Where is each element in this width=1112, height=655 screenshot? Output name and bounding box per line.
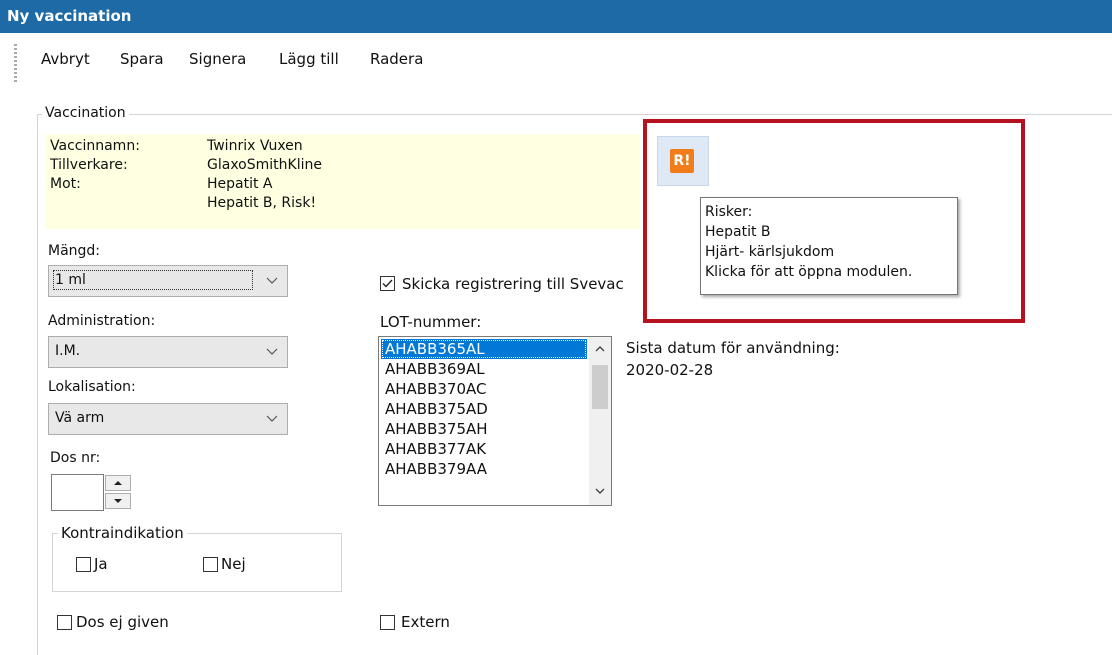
vaccine-name-label: Vaccinnamn: — [50, 138, 140, 154]
list-item[interactable]: AHABB375AD — [381, 399, 587, 419]
amount-label: Mängd: — [48, 243, 101, 259]
manufacturer-label: Tillverkare: — [50, 157, 128, 173]
arrow-down-icon — [114, 499, 122, 503]
contraindication-no-checkbox[interactable] — [203, 557, 218, 572]
against-label: Mot: — [50, 176, 81, 192]
cancel-button[interactable]: Avbryt — [41, 50, 90, 68]
against-value: Hepatit B, Risk! — [207, 195, 317, 211]
against-value: Hepatit A — [207, 176, 273, 192]
amount-value: 1 ml — [53, 270, 253, 290]
dose-not-given-checkbox[interactable] — [57, 615, 72, 630]
sign-button[interactable]: Signera — [189, 50, 246, 68]
localisation-label: Lokalisation: — [48, 379, 136, 395]
toolbar-grip[interactable] — [14, 44, 17, 84]
list-item[interactable]: AHABB370AC — [381, 379, 587, 399]
chevron-down-icon — [266, 415, 278, 422]
dose-number-label: Dos nr: — [50, 450, 101, 466]
send-registration-checkbox[interactable] — [380, 276, 395, 291]
last-use-date-label: Sista datum för användning: — [626, 339, 840, 357]
chevron-down-icon — [266, 348, 278, 355]
chevron-down-icon[interactable] — [594, 485, 606, 497]
manufacturer-value: GlaxoSmithKline — [207, 157, 322, 173]
vaccination-group-label: Vaccination — [42, 105, 129, 121]
window-title: Ny vaccination — [0, 0, 1112, 33]
send-registration-label: Skicka registrering till Svevac — [402, 275, 624, 293]
list-item[interactable]: AHABB369AL — [381, 359, 587, 379]
contraindication-no-label: Nej — [221, 555, 246, 573]
list-item[interactable]: AHABB365AL — [381, 339, 587, 359]
localisation-value: Vä arm — [55, 410, 105, 426]
list-item[interactable]: AHABB379AA — [381, 459, 587, 479]
contraindication-yes-checkbox[interactable] — [76, 557, 91, 572]
vaccine-info-panel: Vaccinnamn: Twinrix Vuxen Tillverkare: G… — [45, 134, 640, 229]
extern-label: Extern — [401, 613, 450, 631]
decrement-button[interactable] — [105, 493, 131, 509]
vaccine-name-value: Twinrix Vuxen — [207, 138, 303, 154]
lot-number-label: LOT-nummer: — [380, 313, 482, 331]
save-button[interactable]: Spara — [120, 50, 164, 68]
localisation-dropdown[interactable]: Vä arm — [48, 403, 288, 435]
contraindication-yes-label: Ja — [94, 555, 108, 573]
chevron-down-icon — [266, 277, 278, 284]
chevron-up-icon[interactable] — [594, 343, 606, 355]
dose-not-given-label: Dos ej given — [76, 613, 169, 631]
amount-dropdown[interactable]: 1 ml — [48, 265, 288, 297]
list-item[interactable]: AHABB377AK — [381, 439, 587, 459]
administration-value: I.M. — [55, 343, 81, 359]
add-button[interactable]: Lägg till — [279, 50, 339, 68]
list-item[interactable]: AHABB375AH — [381, 419, 587, 439]
administration-dropdown[interactable]: I.M. — [48, 336, 288, 368]
dose-number-input[interactable] — [51, 474, 104, 511]
lot-number-list[interactable]: AHABB365AL AHABB369AL AHABB370AC AHABB37… — [378, 336, 612, 506]
administration-label: Administration: — [48, 313, 156, 329]
delete-button[interactable]: Radera — [370, 50, 423, 68]
checkmark-icon — [382, 279, 393, 288]
arrow-up-icon — [114, 481, 122, 485]
contraindication-label: Kontraindikation — [58, 524, 187, 542]
last-use-date-value: 2020-02-28 — [626, 361, 714, 379]
extern-checkbox[interactable] — [380, 615, 395, 630]
increment-button[interactable] — [105, 475, 131, 491]
scrollbar-thumb[interactable] — [592, 365, 608, 409]
lot-list-scrollbar[interactable] — [589, 337, 611, 505]
highlight-box — [643, 119, 1025, 323]
